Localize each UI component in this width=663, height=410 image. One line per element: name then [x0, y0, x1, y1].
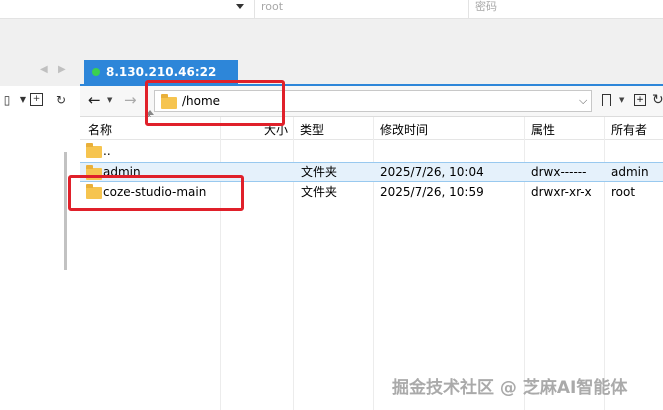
local-toolbar: ▯ ▼ + ↻ — [0, 90, 76, 110]
chevron-down-icon[interactable]: ▼ — [619, 96, 624, 104]
username-field[interactable]: root — [254, 0, 469, 18]
refresh-icon[interactable]: ↻ — [652, 92, 663, 108]
column-header-name[interactable]: 名称 — [88, 121, 112, 138]
back-history-chevron-icon[interactable]: ▼ — [107, 96, 112, 104]
bookmark-icon[interactable]: ▯ — [0, 93, 14, 107]
file-modified: 2025/7/26, 10:59 — [380, 185, 484, 199]
file-owner: admin — [611, 165, 649, 179]
file-name: .. — [103, 144, 111, 158]
chevron-down-icon[interactable] — [236, 4, 244, 9]
annotation-box-path — [145, 80, 285, 126]
scroll-left-icon[interactable]: ◀ — [40, 64, 48, 75]
annotation-box-folder — [68, 175, 244, 211]
list-item-parent[interactable]: .. — [80, 141, 663, 161]
refresh-icon[interactable]: ↻ — [54, 93, 68, 107]
new-folder-icon[interactable]: + — [634, 94, 646, 106]
file-owner: root — [611, 185, 636, 199]
column-header-owner[interactable]: 所有者 — [611, 121, 647, 138]
file-type: 文件夹 — [301, 165, 338, 179]
new-folder-icon[interactable]: + — [30, 93, 43, 106]
column-header-modified[interactable]: 修改时间 — [380, 121, 428, 138]
folder-icon — [86, 143, 102, 158]
chevron-down-icon[interactable]: ▼ — [16, 93, 30, 107]
bookmark-icon[interactable] — [602, 94, 611, 106]
arrow-right-icon[interactable]: → — [124, 91, 137, 109]
connection-bar: root 密码 — [0, 0, 663, 19]
watermark: 掘金技术社区 @ 芝麻AI智能体 — [392, 378, 628, 398]
file-type: 文件夹 — [301, 185, 338, 199]
arrow-left-icon[interactable]: ← — [88, 91, 101, 109]
column-header-attributes[interactable]: 属性 — [531, 121, 555, 138]
local-scrollbar[interactable] — [64, 152, 67, 270]
chevron-down-icon[interactable]: ⌵ — [579, 91, 587, 111]
local-pane — [0, 86, 81, 410]
scroll-right-icon[interactable]: ▶ — [58, 64, 66, 75]
file-attributes: drwxr-xr-x — [531, 185, 592, 199]
password-field[interactable]: 密码 — [468, 0, 663, 18]
connected-status-icon — [92, 68, 100, 76]
file-attributes: drwx------ — [531, 165, 587, 179]
file-modified: 2025/7/26, 10:04 — [380, 165, 484, 179]
column-header-type[interactable]: 类型 — [300, 121, 324, 138]
